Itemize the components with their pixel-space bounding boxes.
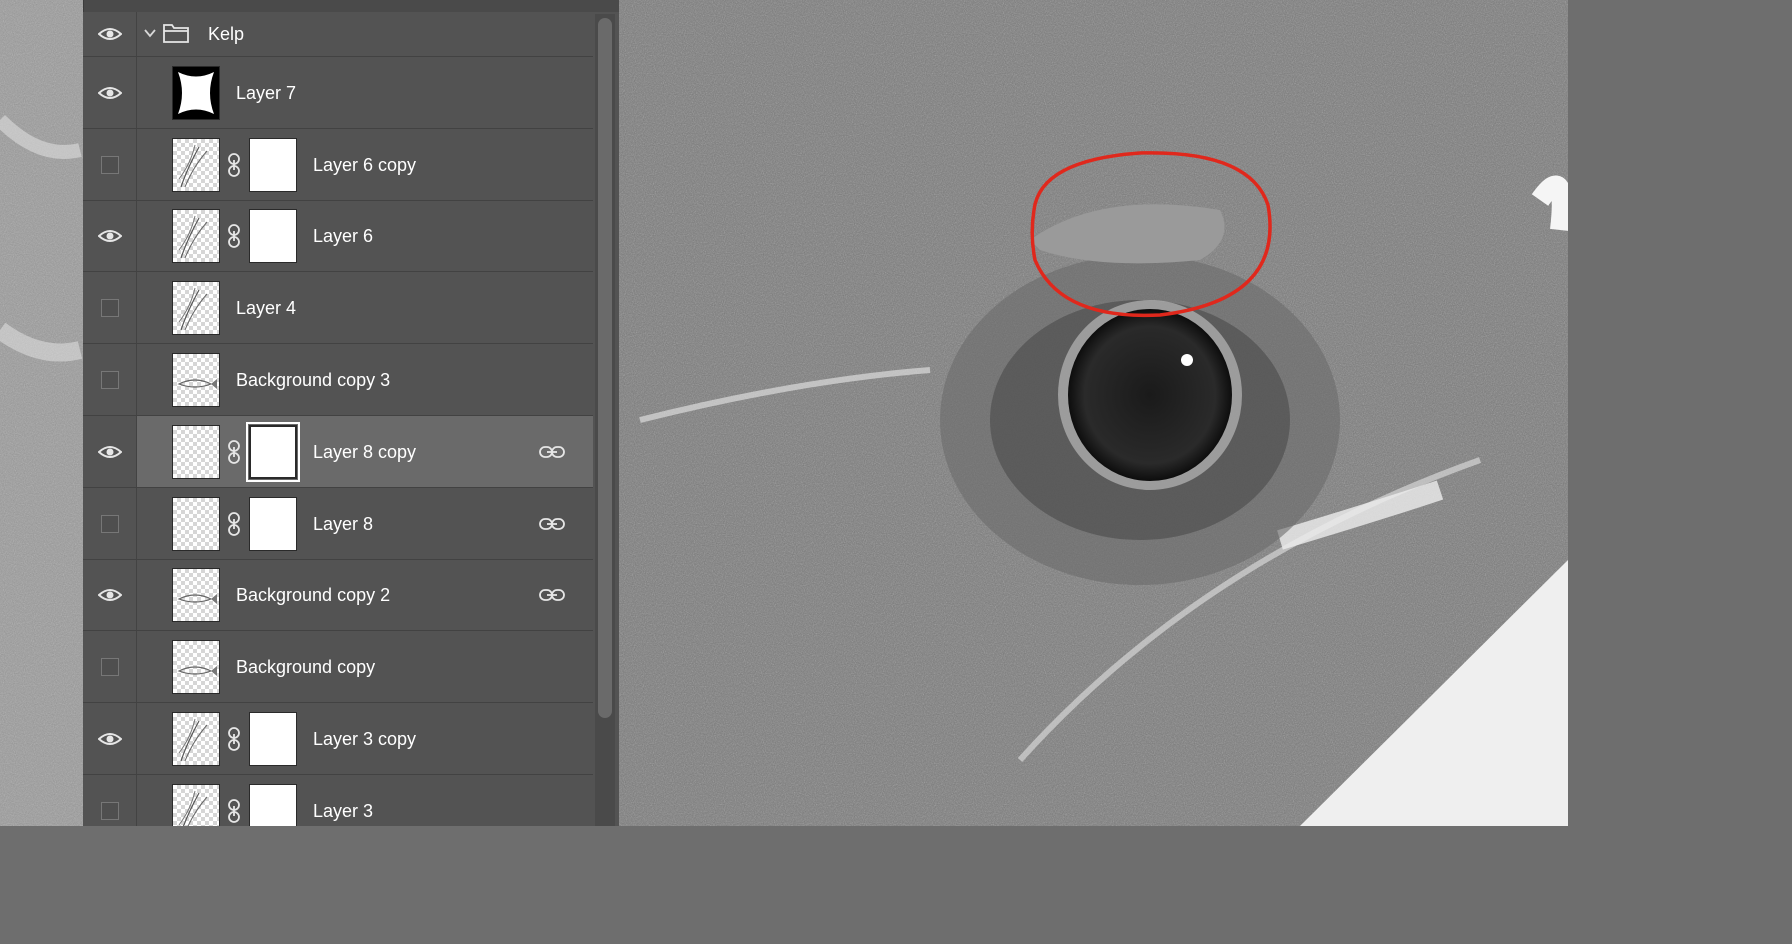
- visibility-toggle[interactable]: [83, 416, 137, 487]
- visibility-toggle[interactable]: [83, 200, 137, 272]
- layer-row[interactable]: Layer 6: [83, 199, 593, 272]
- visibility-checkbox[interactable]: [101, 658, 119, 677]
- layers-panel: Kelp Layer 7 Layer 6 copy Layer 6 Layer 4 Ba…: [83, 0, 619, 826]
- panel-top-edge: [83, 0, 619, 12]
- layer-mask-thumbnail[interactable]: [246, 421, 300, 482]
- scrollbar[interactable]: [595, 14, 615, 826]
- layer-row[interactable]: Background copy 3: [83, 343, 593, 415]
- layer-name: Layer 3 copy: [313, 729, 417, 750]
- visibility-checkbox[interactable]: [101, 801, 119, 820]
- folder-icon: [163, 24, 189, 43]
- layer-row[interactable]: Layer 8 copy: [83, 415, 593, 487]
- layer-name: Background copy: [236, 657, 376, 678]
- chain-link-icon[interactable]: [227, 152, 241, 178]
- layer-mask-thumbnail[interactable]: [249, 209, 297, 264]
- layer-row[interactable]: Layer 6 copy: [83, 127, 593, 200]
- layer-mask-thumbnail[interactable]: [249, 712, 297, 767]
- visibility-toggle[interactable]: [83, 57, 137, 128]
- layer-row[interactable]: Layer 3 copy: [83, 702, 593, 774]
- layer-name: Layer 7: [236, 82, 297, 103]
- visibility-toggle[interactable]: [83, 775, 137, 826]
- visibility-toggle[interactable]: [83, 128, 137, 200]
- layer-row[interactable]: Layer 8: [83, 486, 593, 559]
- eye-icon[interactable]: [98, 731, 122, 747]
- scroll-thumb[interactable]: [598, 18, 612, 718]
- layer-thumbnail[interactable]: [172, 65, 220, 120]
- chain-link-icon[interactable]: [227, 511, 241, 537]
- visibility-checkbox[interactable]: [101, 371, 119, 390]
- layer-thumbnail[interactable]: [172, 424, 220, 479]
- chain-link-icon[interactable]: [227, 726, 241, 752]
- chain-link-icon[interactable]: [227, 439, 241, 465]
- visibility-toggle[interactable]: [83, 344, 137, 415]
- visibility-checkbox[interactable]: [101, 299, 119, 318]
- layer-thumbnail[interactable]: [172, 209, 220, 264]
- layer-thumbnail[interactable]: [172, 281, 220, 336]
- layer-thumbnail[interactable]: [172, 712, 220, 767]
- layer-name: Layer 8: [313, 513, 374, 534]
- eye-icon[interactable]: [98, 228, 122, 244]
- visibility-toggle[interactable]: [83, 272, 137, 344]
- visibility-checkbox[interactable]: [101, 514, 119, 533]
- link-icon[interactable]: [539, 444, 565, 460]
- layer-thumbnail[interactable]: [172, 783, 220, 826]
- layer-name: Background copy 2: [236, 585, 391, 606]
- layer-row[interactable]: Layer 4: [83, 271, 593, 344]
- visibility-toggle[interactable]: [83, 703, 137, 774]
- visibility-toggle[interactable]: [83, 631, 137, 703]
- layer-thumbnail[interactable]: [172, 496, 220, 551]
- visibility-toggle[interactable]: [83, 487, 137, 559]
- chain-link-icon[interactable]: [227, 223, 241, 249]
- layer-mask-thumbnail[interactable]: [249, 137, 297, 192]
- link-icon[interactable]: [539, 587, 565, 603]
- eye-icon[interactable]: [98, 85, 122, 101]
- layer-row[interactable]: Layer 3: [83, 774, 593, 826]
- visibility-toggle[interactable]: [83, 559, 137, 631]
- layer-row[interactable]: Layer 7: [83, 56, 593, 128]
- visibility-toggle[interactable]: [83, 12, 137, 56]
- eye-icon[interactable]: [98, 587, 122, 603]
- layer-thumbnail[interactable]: [172, 137, 220, 192]
- layer-row[interactable]: Background copy: [83, 630, 593, 703]
- chain-link-icon[interactable]: [227, 798, 241, 824]
- layer-name: Layer 6: [313, 226, 374, 247]
- chevron-down-icon[interactable]: [143, 26, 157, 40]
- layer-thumbnail[interactable]: [172, 640, 220, 695]
- layer-group-kelp[interactable]: Kelp: [83, 12, 593, 56]
- layer-mask-thumbnail[interactable]: [249, 783, 297, 826]
- group-name: Kelp: [208, 24, 245, 44]
- visibility-checkbox[interactable]: [101, 155, 119, 174]
- link-icon[interactable]: [539, 516, 565, 532]
- layer-thumbnail[interactable]: [172, 353, 220, 408]
- layer-row[interactable]: Background copy 2: [83, 558, 593, 631]
- layer-name: Layer 6 copy: [313, 154, 417, 175]
- layer-name: Layer 8 copy: [313, 441, 417, 462]
- layer-mask-thumbnail[interactable]: [249, 496, 297, 551]
- eye-icon[interactable]: [98, 26, 122, 42]
- layer-thumbnail[interactable]: [172, 568, 220, 623]
- layer-name: Layer 4: [236, 298, 297, 319]
- layer-name: Layer 3: [313, 800, 374, 821]
- layer-name: Background copy 3: [236, 370, 391, 391]
- eye-icon[interactable]: [98, 444, 122, 460]
